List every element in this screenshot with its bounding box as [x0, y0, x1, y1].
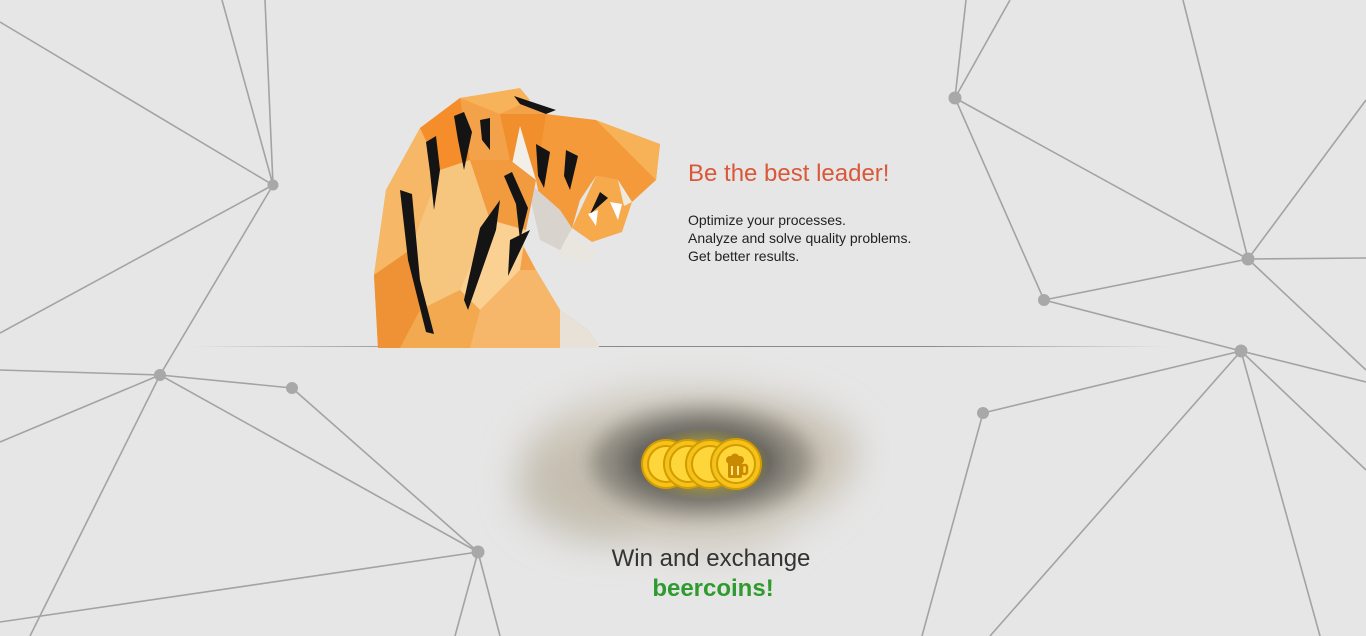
- hero-description: Optimize your processes. Analyze and sol…: [688, 211, 911, 265]
- hero-line-results: Get better results.: [688, 248, 800, 264]
- section-divider: [190, 346, 1170, 347]
- hero-line-analyze: Analyze and solve quality problems.: [688, 230, 912, 246]
- reward-title: Win and exchange: [611, 545, 811, 572]
- beercoins-icon: [638, 428, 770, 500]
- low-poly-tiger-illustration: [374, 88, 660, 348]
- hero-line-optimize: Optimize your processes.: [688, 212, 846, 228]
- reward-accent: beercoins!: [652, 575, 774, 602]
- hero-title: Be the best leader!: [688, 160, 890, 187]
